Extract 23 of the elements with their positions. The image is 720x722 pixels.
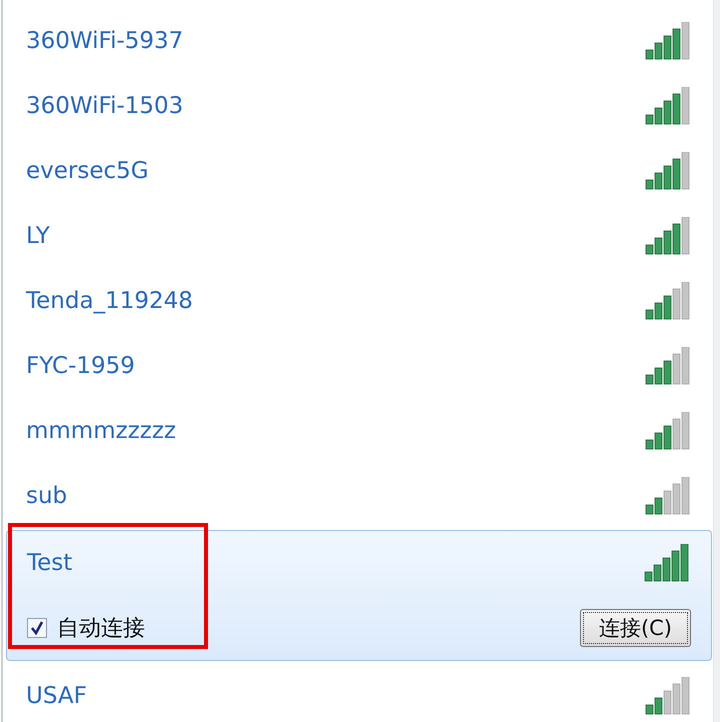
network-name: FYC-1959 bbox=[26, 352, 135, 378]
network-item[interactable]: 360WiFi-5937 bbox=[6, 8, 712, 73]
auto-connect-checkbox[interactable] bbox=[27, 618, 47, 638]
network-name: eversec5G bbox=[26, 158, 149, 184]
network-item[interactable]: eversec5G bbox=[6, 138, 712, 203]
network-item[interactable]: FYC-1959 bbox=[6, 333, 712, 398]
checkbox-label: 自动连接 bbox=[57, 614, 145, 643]
network-name: sub bbox=[26, 482, 68, 508]
network-item[interactable]: sub bbox=[6, 463, 712, 528]
network-item[interactable]: 360WiFi-1503 bbox=[6, 73, 712, 138]
network-name: USAF bbox=[26, 682, 87, 708]
network-name: mmmmzzzzz bbox=[26, 418, 176, 444]
connect-button[interactable]: 连接(C) bbox=[580, 608, 691, 647]
network-name: Tenda_119248 bbox=[26, 288, 193, 314]
network-name: LY bbox=[26, 222, 50, 248]
network-name: 360WiFi-5937 bbox=[26, 28, 184, 54]
network-name: 360WiFi-1503 bbox=[26, 92, 184, 118]
network-item[interactable]: Tenda_119248 bbox=[6, 268, 712, 333]
network-item[interactable]: LY bbox=[6, 203, 712, 268]
network-name: Test bbox=[27, 550, 72, 576]
scrollbar-track[interactable] bbox=[713, 0, 720, 722]
network-item[interactable]: mmmmzzzzz bbox=[6, 398, 712, 463]
network-item[interactable]: USAF bbox=[6, 663, 712, 722]
